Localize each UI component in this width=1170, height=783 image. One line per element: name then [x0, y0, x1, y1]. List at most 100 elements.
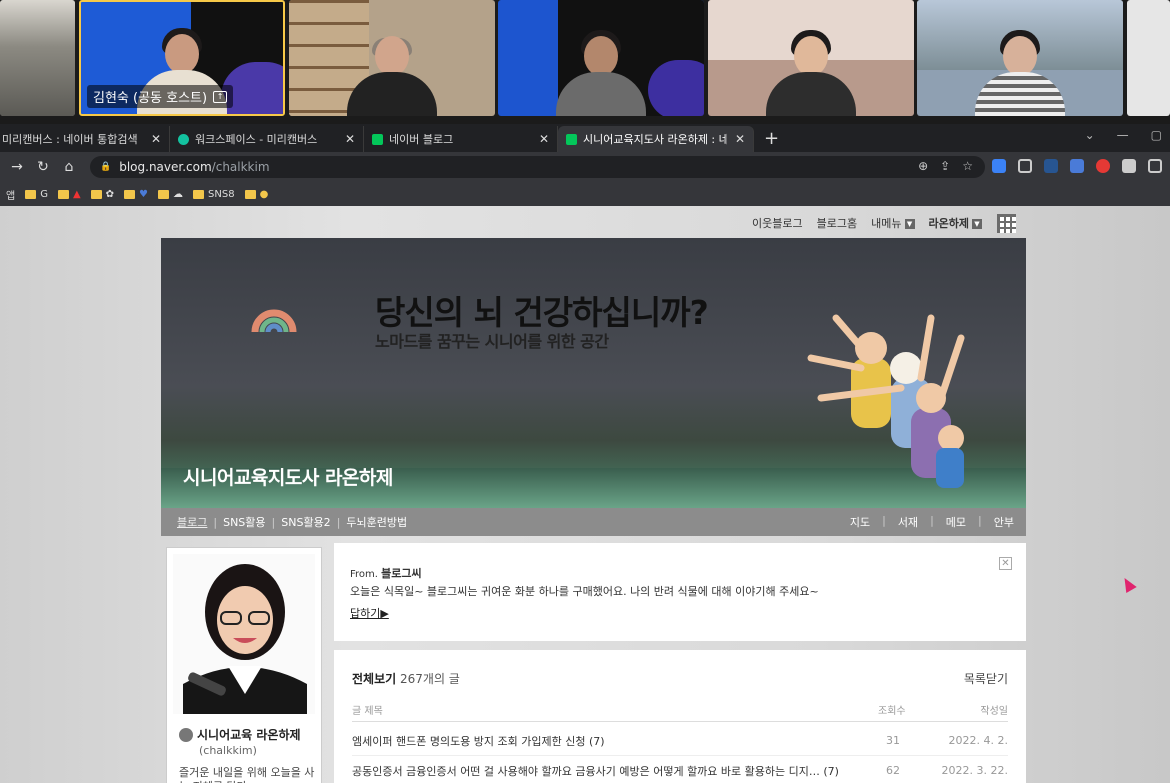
post-title[interactable]: 공동인증서 금융인증서 어떤 걸 사용해야 할까요 금융사기 예방은 어떻게 할… [352, 763, 839, 779]
tab-2[interactable]: 워크스페이스 - 미리캔버스 ✕ [170, 126, 364, 152]
neighbor-blog-link[interactable]: 이웃블로그 [752, 215, 803, 231]
profile-description: 즐거운 내일을 위해 오늘을 사는 지혜를 담다 [179, 766, 315, 783]
new-tab-button[interactable]: + [764, 128, 779, 149]
address-bar[interactable]: 🔒 blog.naver.com/chalkkim ⊕ ⇪ ☆ [90, 156, 985, 178]
bookmark-star-icon[interactable]: ☆ [962, 159, 973, 173]
mouse-cursor-icon [1119, 574, 1137, 594]
post-date: 2022. 3. 22. [941, 764, 1008, 777]
close-tab-icon[interactable]: ✕ [539, 132, 549, 146]
chevron-down-icon: ▼ [904, 219, 915, 229]
home-icon[interactable]: ⌂ [56, 159, 82, 175]
zoom-icon[interactable]: ⊕ [918, 159, 928, 173]
folder-icon [158, 189, 170, 199]
video-tile-host[interactable]: 김현숙 (공동 호스트) ↑ [79, 0, 285, 116]
bookmark-g[interactable]: G [25, 189, 48, 200]
lock-icon: 🔒 [100, 162, 112, 172]
bookmark-folder-8[interactable]: ● [244, 189, 268, 200]
post-row[interactable]: 공동인증서 금융인증서 어떤 걸 사용해야 할까요 금융사기 예방은 어떻게 할… [352, 756, 1008, 783]
nav-library[interactable]: 서재 [898, 514, 918, 530]
video-tile-3[interactable] [289, 0, 495, 116]
video-tile-7[interactable] [1127, 0, 1170, 116]
extension-4-icon[interactable] [1070, 159, 1084, 173]
rainbow-logo-icon [251, 309, 297, 333]
naver-apps-icon[interactable] [997, 214, 1016, 233]
bookmark-sns8[interactable]: SNS8 [193, 189, 235, 200]
tab-title: 워크스페이스 - 미리캔버스 [195, 133, 318, 146]
tab-4-active[interactable]: 시니어교육지도사 라온하제 : 네 ✕ [558, 126, 754, 152]
folder-icon [25, 189, 37, 199]
nav-map[interactable]: 지도 [850, 514, 870, 530]
folder-icon [90, 189, 102, 199]
tab-1[interactable]: 미리캔버스 : 네이버 통합검색 ✕ [0, 126, 170, 152]
participant-name: 김현숙 (공동 호스트) [93, 91, 208, 106]
bookmark-apps[interactable]: 앱 [6, 187, 15, 202]
bookmark-folder-4[interactable]: ✿ [90, 189, 114, 200]
nav-sns2[interactable]: SNS활용2 [281, 514, 330, 530]
post-row[interactable]: 엠세이퍼 핸드폰 명의도용 방지 조회 가입제한 신청 (7) 31 2022.… [352, 726, 1008, 756]
post-date: 2022. 4. 2. [948, 734, 1008, 747]
post-title[interactable]: 엠세이퍼 핸드폰 명의도용 방지 조회 가입제한 신청 (7) [352, 733, 605, 749]
nav-memo[interactable]: 메모 [946, 514, 966, 530]
avatar-icon [179, 727, 193, 742]
browser-toolbar: → ↻ ⌂ 🔒 blog.naver.com/chalkkim ⊕ ⇪ ☆ [0, 152, 1170, 182]
reply-link[interactable]: 답하기▶ [350, 605, 389, 621]
video-tile-6[interactable] [917, 0, 1123, 116]
nav-blog[interactable]: 블로그 [177, 514, 207, 530]
close-icon[interactable]: ✕ [999, 557, 1012, 570]
close-tab-icon[interactable]: ✕ [735, 132, 745, 146]
blog-top-menu: 이웃블로그 블로그홈 내메뉴 ▼ 라온하제 ▼ [752, 215, 982, 231]
tab-search-icon[interactable]: ⌄ [1085, 128, 1095, 142]
post-list-header: 전체보기 267개의 글 [352, 672, 460, 686]
nav-sns[interactable]: SNS활용 [223, 514, 265, 530]
nav-brain-training[interactable]: 두뇌훈련방법 [346, 514, 407, 530]
screen: 김현숙 (공동 호스트) ↑ 미리캔버스 : 네이버 통합검색 ✕ 워크스페이스… [0, 0, 1170, 783]
close-tab-icon[interactable]: ✕ [151, 132, 161, 146]
minimize-icon[interactable]: — [1117, 128, 1129, 142]
miricanvas-favicon-icon [178, 133, 189, 145]
folder-icon [244, 189, 256, 199]
video-tile-4[interactable] [498, 0, 704, 116]
reload-icon[interactable]: ↻ [30, 159, 56, 175]
extension-1-icon[interactable] [992, 159, 1006, 173]
blog-home-link[interactable]: 블로그홈 [817, 215, 857, 231]
nav-guestbook[interactable]: 안부 [994, 514, 1014, 530]
close-tab-icon[interactable]: ✕ [345, 132, 355, 146]
banner-subtitle: 노마드를 꿈꾸는 시니어를 위한 공간 [375, 332, 609, 351]
video-call-strip: 김현숙 (공동 호스트) ↑ [0, 0, 1170, 124]
url-host: blog.naver.com [119, 160, 212, 174]
extension-3-icon[interactable] [1044, 159, 1058, 173]
blogc-notice: From. 블로그씨 오늘은 식목일~ 블로그씨는 귀여운 화분 하나를 구매했… [334, 543, 1026, 641]
forward-icon[interactable]: → [4, 159, 30, 175]
extension-5-icon[interactable] [1096, 159, 1110, 173]
blog-title[interactable]: 시니어교육지도사 라온하제 [183, 463, 393, 490]
video-tile-5[interactable] [708, 0, 914, 116]
close-list-button[interactable]: 목록닫기 [964, 670, 1008, 687]
omnibox-actions: ⊕ ⇪ ☆ [918, 159, 973, 173]
elderly-group-illustration [807, 314, 965, 488]
notice-from: From. 블로그씨 [350, 567, 422, 580]
profile-nickname[interactable]: 시니어교육 라온하제 [179, 726, 301, 743]
bookmark-folder-5[interactable]: ♥ [124, 189, 148, 200]
tab-title: 미리캔버스 : 네이버 통합검색 [2, 133, 138, 146]
user-menu-dropdown[interactable]: 라온하제 ▼ [929, 215, 982, 231]
share-icon[interactable]: ⇪ [940, 159, 950, 173]
my-menu-dropdown[interactable]: 내메뉴 ▼ [871, 215, 915, 231]
url-path: /chalkkim [211, 160, 270, 174]
browser-tab-bar: 미리캔버스 : 네이버 통합검색 ✕ 워크스페이스 - 미리캔버스 ✕ 네이버 … [0, 124, 1170, 152]
blog-category-nav: 블로그 | SNS활용 | SNS활용2 | 두뇌훈련방법 지도 | 서재 | 메모 | 안… [161, 508, 1026, 536]
post-views: 31 [886, 734, 900, 747]
extensions-puzzle-icon[interactable] [1122, 159, 1136, 173]
extension-2-icon[interactable] [1018, 159, 1032, 173]
maximize-icon[interactable]: ▢ [1151, 128, 1162, 142]
participant-name-tag: 김현숙 (공동 호스트) ↑ [87, 85, 234, 108]
bookmark-folder-6[interactable]: ☁ [158, 189, 183, 200]
tab-3[interactable]: 네이버 블로그 ✕ [364, 126, 558, 152]
window-controls: ⌄ — ▢ [1085, 128, 1162, 142]
bookmark-folder-3[interactable]: ▲ [57, 189, 81, 200]
side-panel-icon[interactable] [1148, 159, 1162, 173]
profile-card: 시니어교육 라온하제 (chalkkim) 즐거운 내일을 위해 오늘을 사는 … [166, 547, 322, 783]
profile-photo[interactable] [173, 554, 315, 714]
chevron-down-icon: ▼ [972, 219, 982, 229]
video-tile-1[interactable] [0, 0, 75, 116]
post-list-columns: 글 제목 조회수 작성일 [352, 702, 1008, 722]
